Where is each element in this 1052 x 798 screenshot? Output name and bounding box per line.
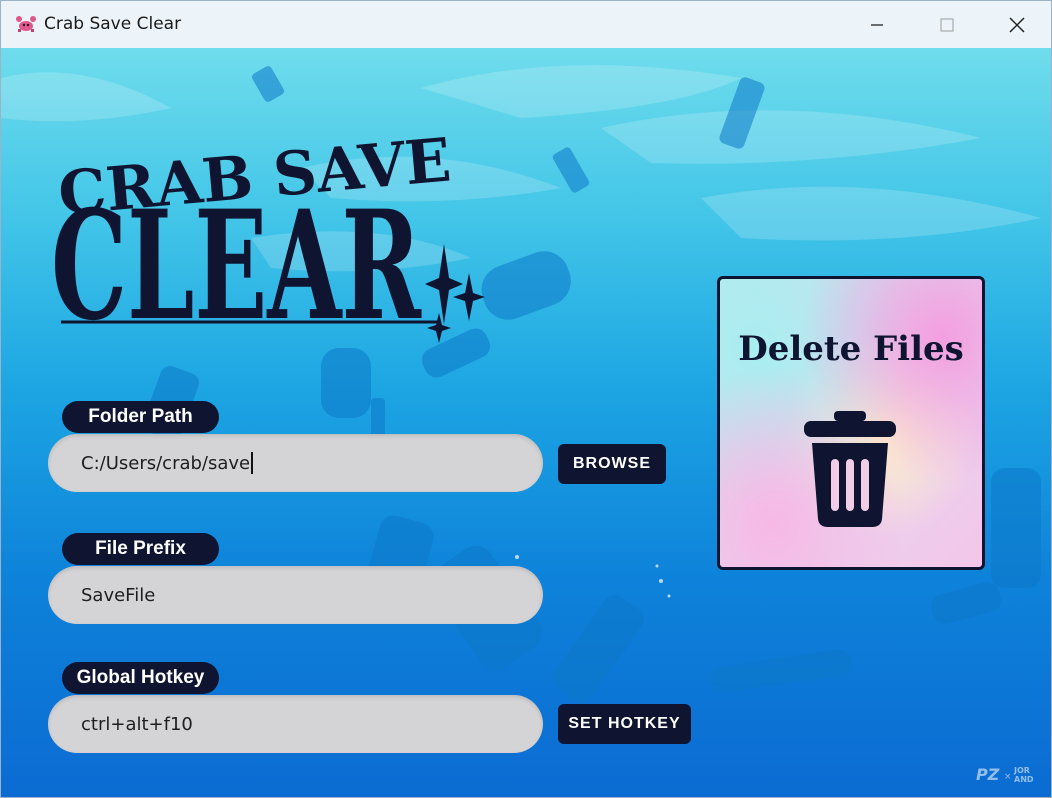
delete-files-button[interactable]: Delete Files <box>717 276 985 570</box>
app-logo: CRAB SAVE CLEAR <box>51 126 485 348</box>
folder-path-value: C:/Users/crab/save <box>81 452 251 474</box>
crab-icon <box>16 16 36 32</box>
global-hotkey-input[interactable]: ctrl+alt+f10 <box>48 695 543 753</box>
global-hotkey-value: ctrl+alt+f10 <box>81 713 193 735</box>
trash-icon <box>804 411 896 527</box>
global-hotkey-label: Global Hotkey <box>62 662 219 694</box>
partner-watermark: PZ × JOR AND <box>976 765 1034 784</box>
browse-button[interactable]: BROWSE <box>558 444 666 484</box>
close-icon <box>1009 16 1025 33</box>
svg-text:×: × <box>1004 772 1012 782</box>
minimize-icon <box>871 23 883 26</box>
svg-text:JOR: JOR <box>1013 766 1030 775</box>
folder-path-label: Folder Path <box>62 401 219 433</box>
delete-files-title: Delete Files <box>738 329 964 369</box>
app-window: Crab Save Clear CRAB SAVE CLEAR Folder P… <box>0 0 1052 798</box>
sparkle-icon <box>425 244 463 324</box>
set-hotkey-button[interactable]: SET HOTKEY <box>558 704 691 744</box>
app-content: CRAB SAVE CLEAR Folder Path C:/Users/cra… <box>1 48 1051 797</box>
title-bar[interactable]: Crab Save Clear <box>1 1 1051 48</box>
file-prefix-label: File Prefix <box>62 533 219 565</box>
text-caret <box>251 452 254 474</box>
maximize-button[interactable] <box>912 1 982 48</box>
minimize-button[interactable] <box>842 1 912 48</box>
close-button[interactable] <box>982 1 1051 48</box>
folder-path-input[interactable]: C:/Users/crab/save <box>48 434 543 492</box>
file-prefix-value: SaveFile <box>81 584 156 606</box>
maximize-icon <box>940 17 954 32</box>
svg-text:AND: AND <box>1014 775 1034 784</box>
file-prefix-input[interactable]: SaveFile <box>48 566 543 624</box>
window-title: Crab Save Clear <box>44 14 182 34</box>
svg-text:PZ: PZ <box>976 765 1000 784</box>
